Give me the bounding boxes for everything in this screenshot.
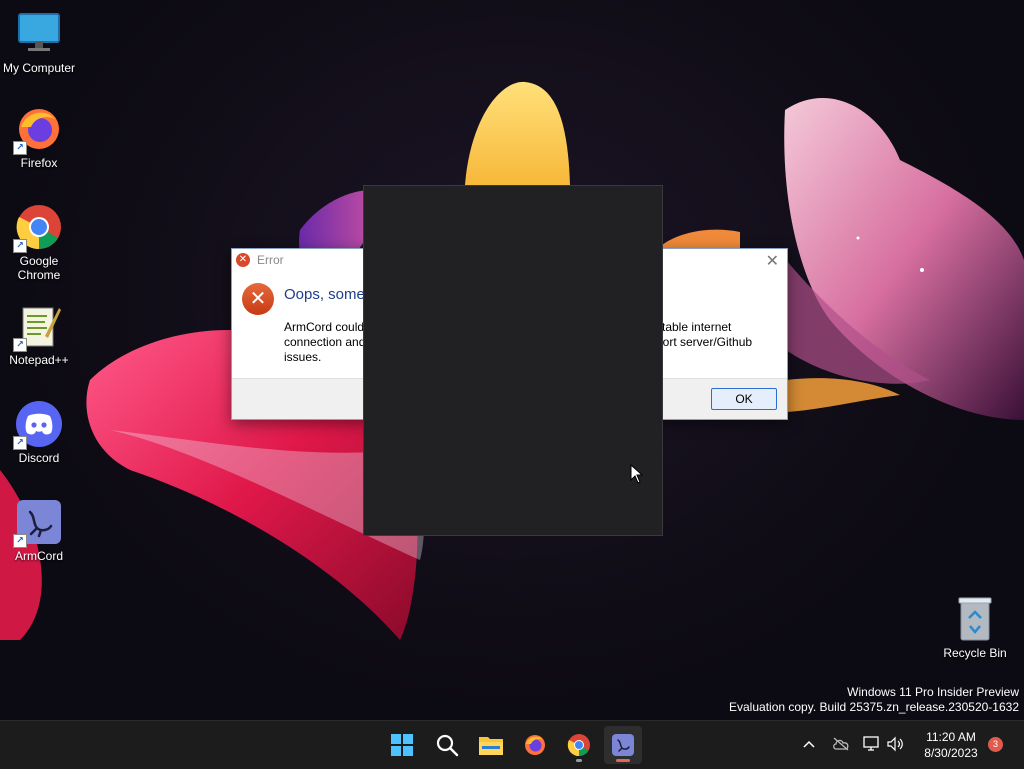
chrome-icon: ↗ xyxy=(13,203,63,253)
armcord-icon xyxy=(612,734,634,756)
desktop-icon-label: Firefox xyxy=(20,156,58,170)
show-hidden-icons-button[interactable] xyxy=(798,733,820,755)
desktop-icon-label: Discord xyxy=(18,451,60,465)
notification-badge[interactable]: 3 xyxy=(988,737,1003,752)
shortcut-arrow-icon: ↗ xyxy=(13,239,27,253)
desktop-icon-recycle-bin[interactable]: Recycle Bin xyxy=(938,596,1012,660)
ok-button[interactable]: OK xyxy=(711,388,777,410)
running-indicator xyxy=(576,759,582,762)
clock-date: 8/30/2023 xyxy=(924,746,978,760)
watermark-line: Windows 11 Pro Insider Preview xyxy=(847,685,1019,699)
error-small-icon: ✕ xyxy=(236,253,250,267)
armcord-icon: ↗ xyxy=(13,498,63,548)
file-explorer-icon xyxy=(479,737,503,755)
error-icon: ✕ xyxy=(242,283,274,315)
message-left-line: ArmCord could xyxy=(284,320,365,334)
armcord-splash-window[interactable] xyxy=(363,185,663,536)
taskbar-firefox-button[interactable] xyxy=(516,726,554,764)
chevron-up-icon xyxy=(803,740,815,748)
start-button[interactable] xyxy=(383,726,421,764)
shortcut-arrow-icon: ↗ xyxy=(13,141,27,155)
close-icon[interactable]: ✕ xyxy=(766,251,779,271)
shortcut-arrow-icon: ↗ xyxy=(13,436,27,450)
recycle-bin-icon xyxy=(955,596,995,642)
message-left-line: connection and xyxy=(284,335,366,349)
dialog-heading: Oops, some xyxy=(284,286,365,303)
dialog-title: Error xyxy=(257,253,284,267)
notepadpp-icon: ↗ xyxy=(13,302,63,352)
firefox-icon: ↗ xyxy=(13,105,63,155)
desktop-icon-label: My Computer xyxy=(2,61,76,75)
message-right-line: table internet xyxy=(662,320,732,334)
file-explorer-button[interactable] xyxy=(472,726,510,764)
taskbar-chrome-button[interactable] xyxy=(560,726,598,764)
search-button[interactable] xyxy=(428,726,466,764)
desktop-icon-my-computer[interactable]: My Computer xyxy=(0,10,78,75)
start-icon xyxy=(391,734,413,756)
taskbar: 11:20 AM 8/30/2023 xyxy=(0,720,1024,769)
desktop-icon-discord[interactable]: ↗ Discord xyxy=(0,400,78,465)
desktop-icon-label: Recycle Bin xyxy=(943,646,1007,660)
desktop-icon-armcord[interactable]: ↗ ArmCord xyxy=(0,498,78,563)
chrome-icon xyxy=(567,734,590,757)
desktop-icon-label: ArmCord xyxy=(14,549,63,563)
onedrive-button[interactable] xyxy=(830,733,852,755)
discord-icon: ↗ xyxy=(13,400,63,450)
network-icon xyxy=(863,736,879,751)
firefox-icon xyxy=(525,735,545,755)
shortcut-arrow-icon: ↗ xyxy=(13,338,27,352)
monitor-icon xyxy=(15,10,63,58)
evaluation-watermark: Windows 11 Pro Insider Preview Evaluatio… xyxy=(729,685,1019,715)
volume-button[interactable] xyxy=(884,733,906,755)
mouse-cursor-icon xyxy=(630,463,644,489)
taskbar-armcord-button[interactable] xyxy=(604,726,642,764)
desktop-icon-label: Google Chrome xyxy=(17,254,61,282)
clock-time: 11:20 AM xyxy=(926,730,976,744)
watermark-line: Evaluation copy. Build 25375.zn_release.… xyxy=(729,700,1019,714)
search-icon xyxy=(436,734,459,757)
cloud-offline-icon xyxy=(833,737,849,751)
volume-icon xyxy=(887,736,903,752)
desktop-icon-firefox[interactable]: ↗ Firefox xyxy=(0,105,78,170)
shortcut-arrow-icon: ↗ xyxy=(13,534,27,548)
active-indicator xyxy=(616,759,630,762)
desktop-icon-notepadpp[interactable]: ↗ Notepad++ xyxy=(0,302,78,367)
clock-button[interactable]: 11:20 AM 8/30/2023 xyxy=(915,729,987,761)
desktop-icon-chrome[interactable]: ↗ Google Chrome xyxy=(0,203,78,282)
desktop-icon-label: Notepad++ xyxy=(9,353,69,367)
message-left-line: issues. xyxy=(284,350,322,364)
network-button[interactable] xyxy=(861,733,883,755)
message-right-line: port server/Github xyxy=(656,335,753,349)
